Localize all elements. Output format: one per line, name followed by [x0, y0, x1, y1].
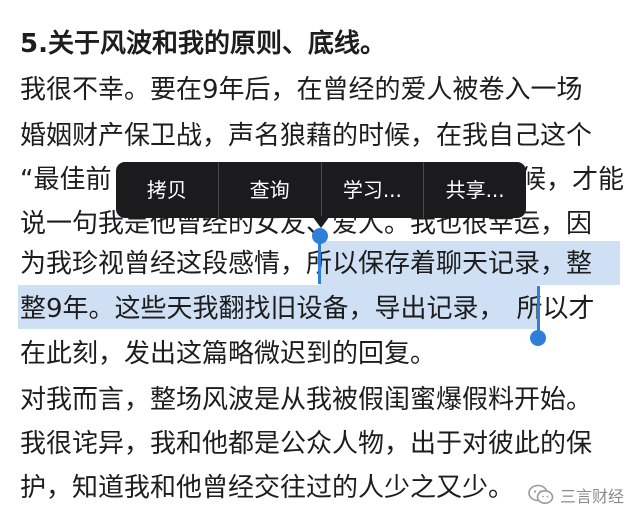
text-selection-context-menu: 拷贝 查询 学习... 共享... — [116, 162, 526, 218]
context-menu-pointer — [312, 216, 330, 228]
unselected-text: 所以才 — [516, 294, 595, 324]
paragraph-line: 我很诧异，我和他都是公众人物，出于对彼此的保 — [20, 429, 593, 459]
paragraph-line: 整9年。这些天我翻找旧设备，导出记录， 所以才 — [20, 289, 595, 329]
share-menu-item[interactable]: 共享... — [424, 162, 526, 218]
copy-menu-item[interactable]: 拷贝 — [116, 162, 218, 218]
paragraph-line: 护，知道我和他曾经交往过的人少之又少。 — [20, 473, 515, 503]
wechat-icon — [528, 484, 554, 504]
selected-text[interactable]: 所以保存着聊天记录，整 — [306, 249, 592, 279]
selection-end-handle[interactable] — [537, 286, 540, 334]
watermark-text: 三言财经 — [559, 487, 624, 506]
section-heading: 5.关于风波和我的原则、底线。 — [20, 29, 386, 59]
paragraph-line-partial-left: “最佳前 — [20, 165, 112, 195]
learn-menu-item[interactable]: 学习... — [322, 162, 424, 218]
selection-end-handle-knob[interactable] — [530, 330, 546, 346]
paragraph-line: 对我而言，整场风波是从我被假闺蜜爆假料开始。 — [20, 385, 593, 415]
paragraph-line: 为我珍视曾经这段感情，所以保存着聊天记录，整 — [20, 244, 592, 284]
lookup-menu-item[interactable]: 查询 — [219, 162, 321, 218]
paragraph-line: 我很不幸。要在9年后，在曾经的爱人被卷入一场 — [20, 75, 583, 105]
selection-start-handle[interactable] — [318, 236, 321, 284]
paragraph-line: 婚姻财产保卫战，声名狼藉的时候，在我自己这个 — [20, 121, 593, 151]
unselected-text: 为我珍视曾经这段感情， — [20, 249, 307, 279]
selected-text[interactable]: 整9年。这些天我翻找旧设备，导出记录， — [20, 294, 505, 324]
paragraph-line-partial-right: 候，才能 — [520, 165, 625, 195]
paragraph-line: 在此刻，发出这篇略微迟到的回复。 — [20, 339, 437, 369]
source-watermark: 三言财经 — [528, 483, 624, 507]
